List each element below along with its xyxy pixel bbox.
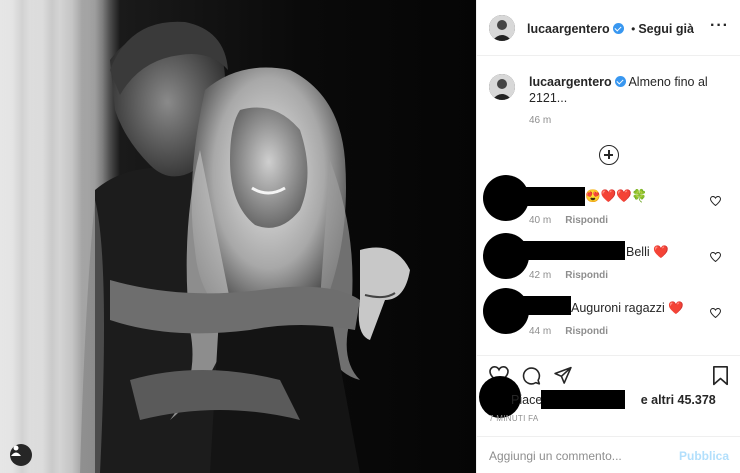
add-comment-bar: Pubblica — [477, 436, 740, 473]
comment-icon[interactable] — [521, 366, 541, 385]
comment-input[interactable] — [489, 446, 669, 466]
comment-meta: 44 m Rispondi — [529, 326, 608, 337]
caption: lucaargentero Almeno fino al 2121... — [529, 74, 729, 106]
comment-time: 44 m — [529, 326, 552, 337]
heart-icon[interactable] — [710, 196, 721, 206]
heart-icon[interactable] — [710, 308, 721, 318]
heart-icon[interactable] — [710, 252, 721, 262]
comment-text: Auguroni ragazzi ❤️ — [571, 301, 684, 315]
redacted-username — [517, 296, 571, 315]
redacted-username — [517, 241, 625, 260]
caption-avatar[interactable] — [489, 74, 515, 100]
likes-count[interactable]: e altri 45.378 — [641, 393, 716, 407]
caption-time: 46 m — [529, 115, 552, 126]
post-time: 7 MINUTI FA — [489, 414, 539, 423]
publish-button[interactable]: Pubblica — [679, 449, 729, 463]
author-avatar[interactable] — [489, 15, 515, 41]
redacted-username — [541, 390, 625, 409]
post-actions: Piace ae altri 45.378 7 MINUTI FA Pubbli… — [477, 355, 740, 473]
header-user-line: lucaargentero • Segui già — [527, 20, 694, 38]
comment-text: Belli ❤️ — [626, 245, 669, 259]
separator-dot: • — [631, 22, 636, 36]
comment-time: 42 m — [529, 270, 552, 281]
verified-badge-icon — [612, 23, 624, 34]
user-tag-icon[interactable] — [10, 444, 32, 466]
paper-plane-icon[interactable] — [553, 366, 573, 385]
comment-item: Auguroni ragazzi ❤️ 44 m Rispondi — [477, 288, 740, 338]
reply-button[interactable]: Rispondi — [565, 270, 608, 281]
verified-badge-icon — [614, 76, 626, 87]
comment-text: 😍❤️❤️🍀 — [585, 189, 648, 203]
caption-username[interactable]: lucaargentero — [529, 75, 612, 89]
comment-item: Belli ❤️ 42 m Rispondi — [477, 233, 740, 283]
comment-time: 40 m — [529, 215, 552, 226]
reply-button[interactable]: Rispondi — [565, 326, 608, 337]
post-sidebar: lucaargentero • Segui già ··· lucaargente… — [476, 0, 740, 473]
plus-circle-icon[interactable] — [599, 145, 619, 165]
comment-item: 😍❤️❤️🍀 40 m Rispondi — [477, 175, 740, 226]
follow-button[interactable]: Segui già — [638, 22, 694, 36]
more-options-icon[interactable]: ··· — [710, 17, 729, 35]
redacted-username — [517, 187, 585, 206]
reply-button[interactable]: Rispondi — [565, 215, 608, 226]
comment-meta: 40 m Rispondi — [529, 215, 608, 226]
post-header: lucaargentero • Segui già ··· — [477, 0, 740, 56]
author-username[interactable]: lucaargentero — [527, 22, 610, 36]
photo-illustration — [80, 21, 410, 473]
post-photo[interactable] — [0, 0, 476, 473]
bookmark-icon[interactable] — [712, 366, 729, 386]
comment-meta: 42 m Rispondi — [529, 270, 608, 281]
